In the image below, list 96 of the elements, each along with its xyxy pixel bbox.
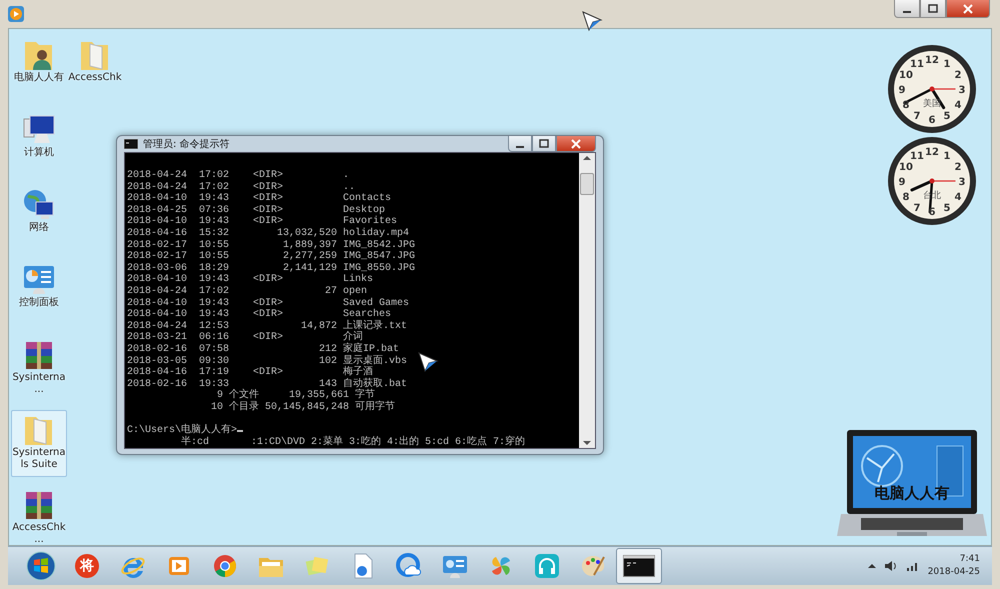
clock-numeral: 2: [954, 162, 962, 173]
close-icon: [569, 138, 583, 150]
close-icon: [961, 2, 975, 14]
clock-numeral: 7: [914, 110, 920, 122]
console-line: 2018-04-10 19:43 <DIR> Contacts: [127, 193, 392, 204]
control-panel-icon: [22, 263, 56, 297]
laptop-caption: 电脑人人有: [874, 484, 950, 502]
show-hidden-icons-arrow[interactable]: [868, 563, 876, 569]
desktop-icon[interactable]: AccessChk...: [11, 485, 67, 545]
minimize-button[interactable]: [894, 0, 920, 18]
console-line: 9 个文件 19,355,661 字节: [216, 390, 376, 402]
document-icon[interactable]: [352, 553, 374, 579]
clock-city-label: 美国: [923, 99, 941, 109]
app-badge-icon[interactable]: 将: [75, 554, 99, 578]
clock-numeral: 8: [902, 192, 910, 203]
console-line: 2018-04-24 17:02 27 open: [127, 286, 368, 298]
console-line: 2018-04-10 19:43 <DIR> Favorites: [127, 216, 398, 228]
start-orb-icon[interactable]: [26, 551, 56, 581]
speaker-icon[interactable]: [884, 560, 898, 572]
minimize-icon: [516, 146, 524, 148]
clock-numeral: 1: [944, 151, 950, 162]
window-title: 管理员: 命令提示符: [143, 138, 231, 151]
maximize-button[interactable]: [532, 136, 556, 152]
scroll-thumb[interactable]: [580, 173, 594, 195]
palette-icon[interactable]: [580, 553, 606, 579]
console-line: 2018-02-17 10:55 1,889,397 IMG_8542.JPG: [127, 240, 416, 251]
close-button[interactable]: [556, 136, 596, 152]
clock-numeral: 4: [954, 192, 962, 203]
play-icon[interactable]: [8, 6, 24, 22]
clock-numeral: 4: [954, 100, 962, 111]
console-line: 2018-04-16 15:32 13,032,520 holiday.mp4: [127, 228, 410, 240]
clock-numeral: 3: [958, 85, 966, 96]
clock-numeral: 9: [898, 177, 906, 188]
clock-numeral: 10: [899, 70, 913, 81]
command-prompt-icon[interactable]: [623, 555, 655, 577]
scroll-up-arrow-icon[interactable]: [583, 155, 591, 161]
console-line: 2018-04-25 07:36 <DIR> Desktop: [127, 204, 386, 216]
clock-time[interactable]: 7:41: [960, 553, 980, 566]
chrome-icon[interactable]: [213, 554, 237, 578]
console-icon: [124, 139, 138, 149]
clock-numeral: 11: [910, 59, 924, 70]
console-line: 2018-04-24 17:02 <DIR> ..: [127, 182, 356, 193]
maximize-button[interactable]: [920, 0, 946, 18]
clock-numeral: 12: [925, 147, 939, 158]
scrollbar[interactable]: [579, 153, 595, 448]
console-line: 2018-04-10 19:43 <DIR> Saved Games: [127, 298, 410, 309]
clock-numeral: 9: [898, 85, 906, 96]
cursor-icon: [418, 352, 440, 374]
maximize-icon: [537, 138, 551, 150]
console-line: 2018-03-06 18:29 2,141,129 IMG_8550.JPG: [127, 262, 416, 274]
console-line: 2018-04-24 17:02 <DIR> .: [127, 170, 350, 182]
console-line: 2018-04-24 12:53 14,872 上课记录.txt: [127, 320, 408, 332]
clock-numeral: 3: [958, 177, 966, 188]
control-panel-icon[interactable]: [442, 553, 468, 579]
desktop-icon[interactable]: AccessChk: [67, 35, 123, 102]
globe-computer-icon: [22, 188, 56, 222]
console-line: 2018-04-16 17:19 <DIR> 梅子酒: [127, 367, 374, 378]
headset-icon[interactable]: [534, 553, 560, 579]
desktop-icon[interactable]: 计算机: [11, 110, 67, 177]
desktop-icon[interactable]: Sysinternals Suite: [11, 410, 67, 477]
clock-numeral: 5: [944, 110, 950, 122]
cursor-icon: [582, 11, 604, 33]
clock-numeral: 6: [928, 207, 936, 218]
console-line: 2018-02-16 19:33 143 自动获取.bat: [127, 378, 408, 390]
console-line: 10 个目录 50,145,845,248 可用字节: [210, 402, 396, 414]
command-prompt: C:\Users\电脑人人有>: [127, 425, 238, 436]
desktop-icon[interactable]: 网络: [11, 185, 67, 252]
clock-numeral: 2: [954, 70, 962, 81]
clock-numeral: 1: [944, 59, 950, 70]
desktop-icon[interactable]: Sysinterna...: [11, 335, 67, 402]
minimize-button[interactable]: [508, 136, 532, 152]
clock-numeral: 10: [899, 162, 913, 173]
play-icon[interactable]: [167, 554, 191, 578]
console-line: 2018-04-10 19:43 <DIR> Links: [127, 274, 374, 286]
desktop-icon[interactable]: 电脑人人有: [11, 35, 67, 102]
clock-numeral: 7: [914, 202, 920, 214]
console-line: 2018-03-21 06:16 <DIR> 介词: [127, 332, 364, 344]
cloud-circle-icon[interactable]: [396, 553, 422, 579]
signal-bars-icon[interactable]: [906, 560, 920, 572]
clock-numeral: 11: [910, 151, 924, 162]
scroll-down-arrow-icon[interactable]: [583, 440, 591, 446]
desktop-icon[interactable]: 控制面板: [11, 260, 67, 327]
console-line: 2018-03-05 09:30 102 显示桌面.vbs: [127, 356, 408, 366]
console-line: 2018-02-16 07:58 212 家庭IP.bat: [127, 344, 400, 355]
maximize-icon: [926, 2, 940, 14]
clock-numeral: 8: [902, 100, 910, 111]
console-line: 2018-02-17 10:55 2,277,259 IMG_8547.JPG: [127, 251, 416, 263]
clock-numeral: 12: [925, 55, 939, 66]
clock-numeral: 5: [944, 202, 950, 214]
clock-numeral: 6: [928, 115, 936, 126]
ime-candidate-text: 半:cd :1:CD\DVD 2:菜单 3:吃的 4:出的 5:cd 6:吃点 7:穿的: [180, 436, 526, 448]
minimize-icon: [903, 10, 911, 12]
clock-date[interactable]: 2018-04-25: [928, 566, 980, 579]
console-line: 2018-04-10 19:43 <DIR> Searches: [127, 309, 392, 320]
close-button[interactable]: [946, 0, 990, 18]
text-cursor: [237, 430, 244, 432]
